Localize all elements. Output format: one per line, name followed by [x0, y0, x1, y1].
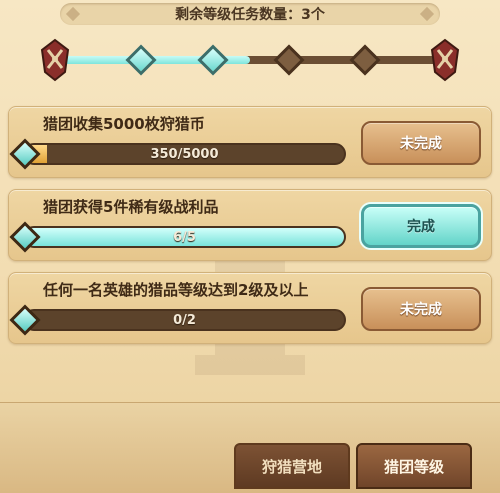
level-node-2: [197, 44, 229, 76]
task-progress-text: 350/5000: [150, 146, 219, 162]
level-node-4: [349, 44, 381, 76]
task-status-button[interactable]: 未完成: [361, 287, 481, 331]
task-progress-text: 0/2: [173, 312, 196, 328]
task-progress-bar: 350/5000: [23, 143, 346, 165]
task-complete-button[interactable]: 完成: [361, 204, 481, 248]
tab-hunting-camp[interactable]: 狩猎营地: [234, 443, 350, 489]
header-left-ornament: [65, 6, 81, 22]
level-node-1: [125, 44, 157, 76]
task-title: 任何一名英雄的猎品等级达到2级及以上: [43, 281, 309, 299]
task-progress-text: 6/5: [173, 229, 196, 245]
task-title: 猎团获得5件稀有级战利品: [43, 198, 219, 216]
task-progress-bar: 6/5: [23, 226, 346, 248]
level-node-3: [273, 44, 305, 76]
task-title: 猎团收集5000枚狩猎币: [43, 115, 205, 133]
header-right-ornament: [419, 6, 435, 22]
end-crest-icon: [430, 38, 460, 82]
tab-guild-level[interactable]: 猎团等级: [356, 443, 472, 489]
start-crest-icon: [40, 38, 70, 82]
level-progress-track: [38, 38, 462, 82]
remaining-tasks-text: 剩余等级任务数量：3个: [175, 7, 325, 23]
level-panel: 剩余等级任务数量：3个 猎团收集5000枚狩猎币 350/5000 未完成 猎团…: [0, 0, 500, 493]
task-status-button[interactable]: 未完成: [361, 121, 481, 165]
task-progress-bar: 0/2: [23, 309, 346, 331]
task-card: 猎团获得5件稀有级战利品 6/5 完成: [8, 189, 492, 261]
remaining-tasks-header: 剩余等级任务数量：3个: [60, 3, 440, 25]
task-card: 任何一名英雄的猎品等级达到2级及以上 0/2 未完成: [8, 272, 492, 344]
task-card: 猎团收集5000枚狩猎币 350/5000 未完成: [8, 106, 492, 178]
